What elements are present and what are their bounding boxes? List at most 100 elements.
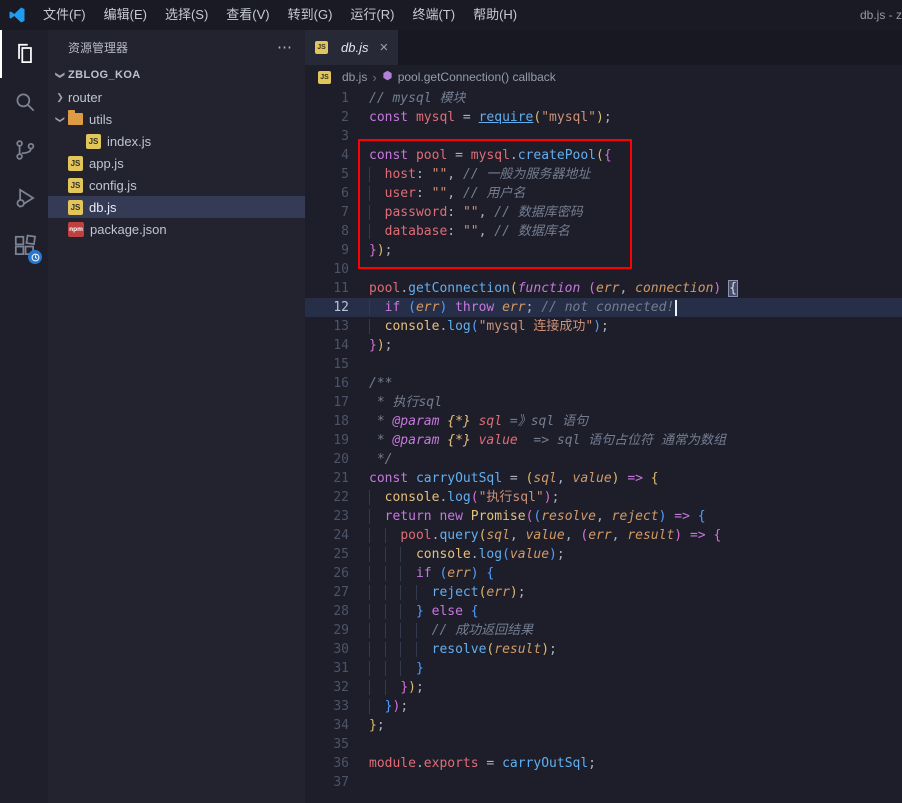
code-line[interactable]: 36module.exports = carryOutSql; bbox=[305, 754, 902, 773]
source-control-icon[interactable] bbox=[0, 126, 48, 174]
extensions-icon[interactable] bbox=[0, 222, 48, 270]
code-line[interactable]: 22 console.log("执行sql"); bbox=[305, 488, 902, 507]
code-line[interactable]: 14}); bbox=[305, 336, 902, 355]
menu-file[interactable]: 文件(F) bbox=[34, 0, 95, 30]
code-line[interactable]: 32 }); bbox=[305, 678, 902, 697]
menu-view[interactable]: 查看(V) bbox=[217, 0, 278, 30]
code-line[interactable]: 6 user: "", // 用户名 bbox=[305, 184, 902, 203]
code-token bbox=[408, 471, 416, 486]
code-token: => sql 语句占位符 通常为数组 bbox=[518, 433, 726, 448]
code-line[interactable]: 31 } bbox=[305, 659, 902, 678]
code-line[interactable]: 13 console.log("mysql 连接成功"); bbox=[305, 317, 902, 336]
code-token: resolve bbox=[541, 509, 596, 524]
code-editor[interactable]: 1// mysql 模块2const mysql = require("mysq… bbox=[305, 89, 902, 803]
code-line[interactable]: 34}; bbox=[305, 716, 902, 735]
menu-edit[interactable]: 编辑(E) bbox=[95, 0, 156, 30]
tree-item-config-js[interactable]: JSconfig.js bbox=[48, 174, 305, 196]
code-line[interactable]: 26 if (err) { bbox=[305, 564, 902, 583]
code-token: ; bbox=[552, 490, 560, 505]
menu-selection[interactable]: 选择(S) bbox=[156, 0, 217, 30]
search-icon[interactable] bbox=[0, 78, 48, 126]
sidebar-explorer: 资源管理器 ⋯ ❯ ZBLOG_KOA ❯router❯utilsJSindex… bbox=[48, 30, 305, 803]
code-line[interactable]: 17 * 执行sql bbox=[305, 393, 902, 412]
code-line[interactable]: 20 */ bbox=[305, 450, 902, 469]
code-token: ) bbox=[674, 528, 682, 543]
menu-help[interactable]: 帮助(H) bbox=[464, 0, 526, 30]
code-line[interactable]: 37 bbox=[305, 773, 902, 792]
code-line[interactable]: 12 if (err) throw err; // not connected! bbox=[305, 298, 902, 317]
code-line[interactable]: 24 pool.query(sql, value, (err, result) … bbox=[305, 526, 902, 545]
code-token: {*} bbox=[447, 433, 470, 448]
line-number: 37 bbox=[305, 773, 349, 792]
close-tab-icon[interactable]: × bbox=[379, 39, 388, 56]
folder-icon bbox=[68, 113, 83, 125]
code-line[interactable]: 3 bbox=[305, 127, 902, 146]
code-token: * bbox=[369, 433, 392, 448]
code-token: result bbox=[627, 528, 674, 543]
code-line[interactable]: 28 } else { bbox=[305, 602, 902, 621]
code-token: { bbox=[713, 528, 721, 543]
menu-run[interactable]: 运行(R) bbox=[341, 0, 403, 30]
code-line[interactable]: 35 bbox=[305, 735, 902, 754]
code-line[interactable]: 25 console.log(value); bbox=[305, 545, 902, 564]
code-token bbox=[424, 604, 432, 619]
code-line[interactable]: 4const pool = mysql.createPool({ bbox=[305, 146, 902, 165]
code-line[interactable]: 29 // 成功返回结果 bbox=[305, 621, 902, 640]
indent-guide bbox=[369, 319, 385, 334]
indent-guide bbox=[416, 585, 432, 600]
code-text: console.log(value); bbox=[349, 545, 565, 564]
code-line[interactable]: 16/** bbox=[305, 374, 902, 393]
breadcrumb-file[interactable]: JS db.js bbox=[318, 70, 367, 84]
code-token: { bbox=[698, 509, 706, 524]
menu-terminal[interactable]: 终端(T) bbox=[403, 0, 464, 30]
code-line[interactable]: 10 bbox=[305, 260, 902, 279]
tree-item-router[interactable]: ❯router bbox=[48, 86, 305, 108]
code-text: }); bbox=[349, 697, 408, 716]
code-text: }); bbox=[349, 678, 424, 697]
code-token: ; bbox=[549, 642, 557, 657]
tree-item-label: db.js bbox=[89, 200, 116, 215]
line-number: 23 bbox=[305, 507, 349, 526]
run-debug-icon[interactable] bbox=[0, 174, 48, 222]
code-token: database bbox=[385, 224, 448, 239]
more-actions-icon[interactable]: ⋯ bbox=[277, 38, 293, 56]
tree-item-package-json[interactable]: npmpackage.json bbox=[48, 218, 305, 240]
code-line[interactable]: 27 reject(err); bbox=[305, 583, 902, 602]
indent-guide bbox=[385, 528, 401, 543]
code-line[interactable]: 33 }); bbox=[305, 697, 902, 716]
code-line[interactable]: 21const carryOutSql = (sql, value) => { bbox=[305, 469, 902, 488]
code-token: user bbox=[385, 186, 416, 201]
code-line[interactable]: 30 resolve(result); bbox=[305, 640, 902, 659]
line-number: 15 bbox=[305, 355, 349, 374]
code-token: : bbox=[416, 167, 432, 182]
tree-item-db-js[interactable]: JSdb.js bbox=[48, 196, 305, 218]
code-token: console bbox=[416, 547, 471, 562]
code-line[interactable]: 1// mysql 模块 bbox=[305, 89, 902, 108]
line-number: 11 bbox=[305, 279, 349, 298]
code-line[interactable]: 15 bbox=[305, 355, 902, 374]
code-line[interactable]: 19 * @param {*} value => sql 语句占位符 通常为数组 bbox=[305, 431, 902, 450]
code-line[interactable]: 11pool.getConnection(function (err, conn… bbox=[305, 279, 902, 298]
tree-item-app-js[interactable]: JSapp.js bbox=[48, 152, 305, 174]
breadcrumb-symbol[interactable]: pool.getConnection() callback bbox=[382, 70, 556, 84]
code-line[interactable]: 9}); bbox=[305, 241, 902, 260]
code-line[interactable]: 23 return new Promise((resolve, reject) … bbox=[305, 507, 902, 526]
code-token: ; bbox=[385, 243, 393, 258]
indent-guide bbox=[369, 186, 385, 201]
tree-item-utils[interactable]: ❯utils bbox=[48, 108, 305, 130]
indent-guide bbox=[385, 680, 401, 695]
code-text: database: "", // 数据库名 bbox=[349, 222, 570, 241]
tree-root-zblog-koa[interactable]: ❯ ZBLOG_KOA bbox=[48, 64, 305, 86]
code-line[interactable]: 5 host: "", // 一般为服务器地址 bbox=[305, 165, 902, 184]
tab-db-js[interactable]: JS db.js × bbox=[305, 30, 398, 65]
code-line[interactable]: 18 * @param {*} sql =》sql 语句 bbox=[305, 412, 902, 431]
explorer-icon[interactable] bbox=[0, 30, 48, 78]
code-line[interactable]: 7 password: "", // 数据库密码 bbox=[305, 203, 902, 222]
code-line[interactable]: 8 database: "", // 数据库名 bbox=[305, 222, 902, 241]
code-text: const mysql = require("mysql"); bbox=[349, 108, 612, 127]
code-line[interactable]: 2const mysql = require("mysql"); bbox=[305, 108, 902, 127]
indent-guide bbox=[400, 585, 416, 600]
menu-go[interactable]: 转到(G) bbox=[279, 0, 342, 30]
code-token: if bbox=[416, 566, 432, 581]
tree-item-index-js[interactable]: JSindex.js bbox=[48, 130, 305, 152]
